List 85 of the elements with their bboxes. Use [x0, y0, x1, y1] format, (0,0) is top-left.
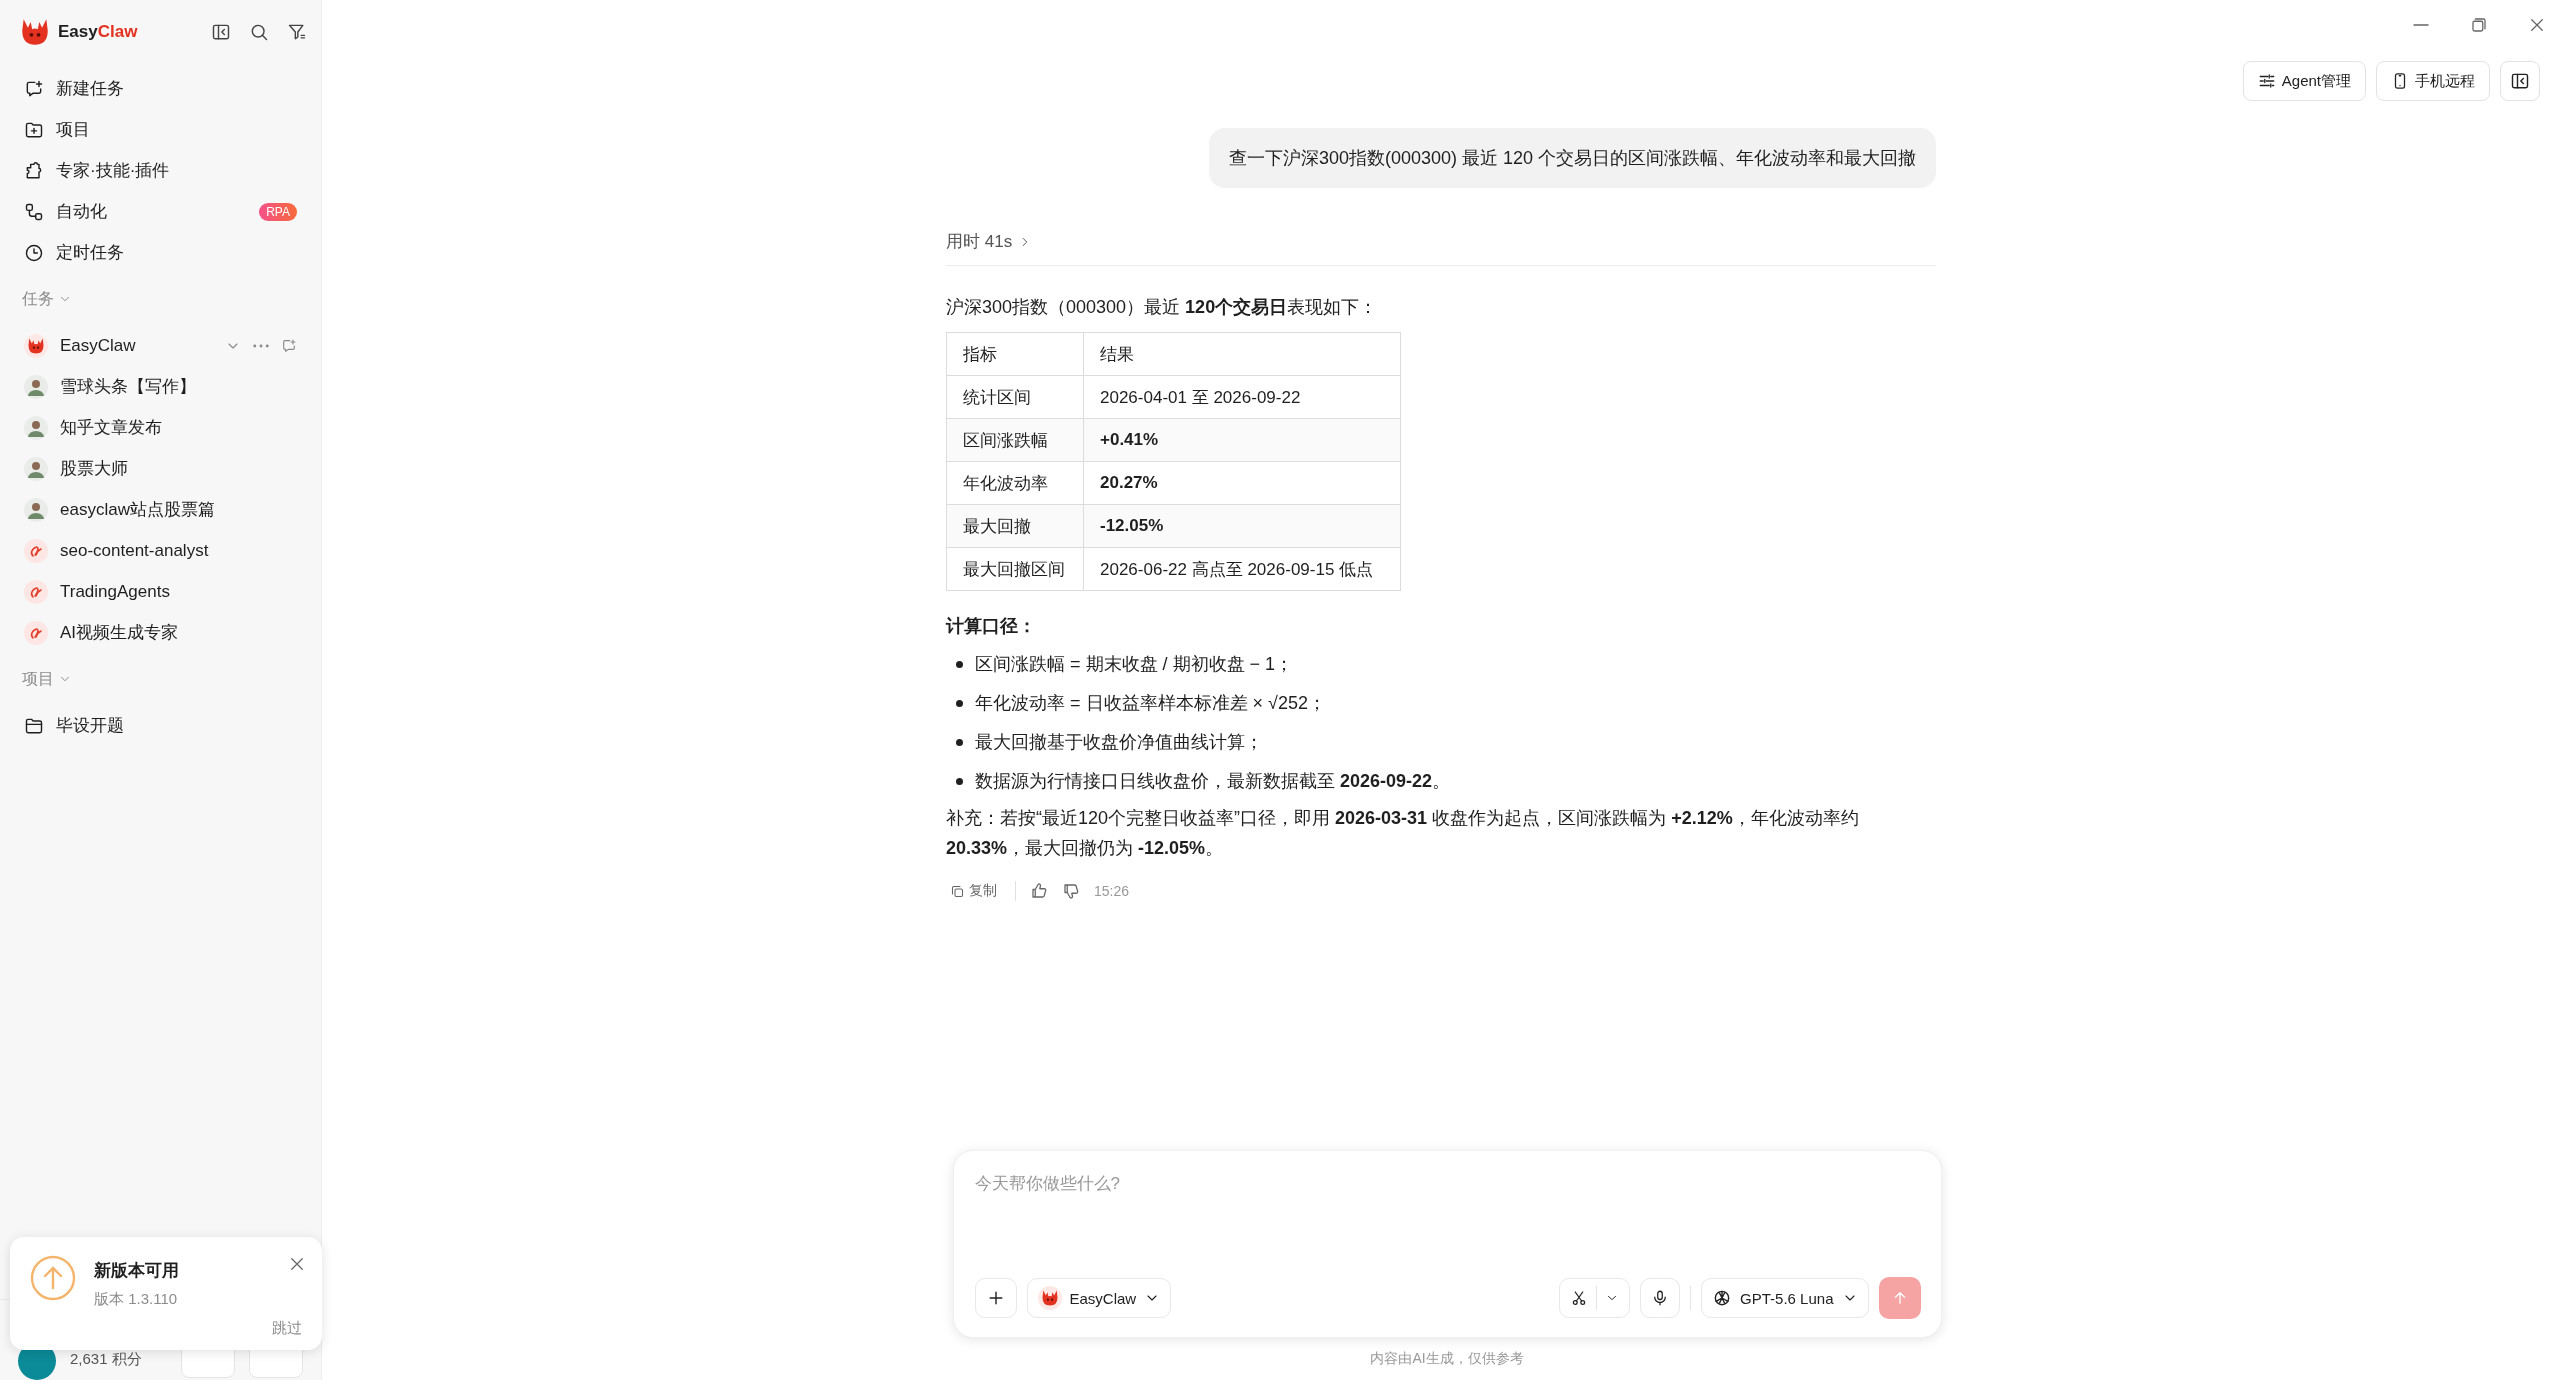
avatar-icon: [24, 497, 48, 522]
nav-item[interactable]: 专家·技能·插件: [12, 150, 309, 191]
project-item[interactable]: 毕设开题: [12, 705, 309, 746]
avatar-icon: [24, 333, 48, 358]
search-icon: [249, 22, 269, 42]
disclaimer-text: 内容由AI生成，仅供参考: [1370, 1349, 1524, 1368]
column-header: 结果: [1083, 332, 1401, 376]
agent-icon: [1037, 1286, 1062, 1310]
message-time: 15:26: [1094, 883, 1130, 899]
task-item[interactable]: easyclaw站点股票篇: [24, 497, 297, 522]
points-text: 2,631 积分: [70, 1349, 143, 1369]
task-item[interactable]: 股票大师: [24, 456, 297, 481]
rpa-badge: RPA: [259, 202, 297, 221]
copy-icon: [950, 883, 965, 899]
sliders-icon: [2257, 72, 2276, 90]
nav-item[interactable]: 定时任务: [12, 232, 309, 273]
thumbs-up-icon: [1030, 882, 1048, 900]
note-paragraph: 补充：若按“最近120个完整日收益率”口径，即用 2026-03-31 收盘作为起点，区间涨跌幅为 +2.12%，年化波动率约 20.33%，最大回撤仍为 -12.05%。: [946, 807, 1860, 860]
table-cell: 最大回撤区间: [946, 547, 1084, 591]
task-item[interactable]: 知乎文章发布: [24, 415, 297, 440]
puzzle-icon: [24, 160, 44, 181]
avatar-icon: [24, 456, 48, 481]
agent-button[interactable]: Agent管理: [2242, 61, 2366, 101]
table-cell: +0.41%: [1083, 418, 1401, 462]
section-heading: 计算口径：: [946, 615, 1037, 638]
bullet-dot: [956, 700, 963, 707]
new-task-icon: [24, 78, 44, 99]
answer-intro: 沪深300指数（000300）最近 120个交易日表现如下：: [946, 296, 1379, 319]
bullet-text: 区间涨跌幅 = 期末收盘 / 期初收盘 − 1；: [975, 653, 1294, 676]
task-item[interactable]: AI视频生成专家: [24, 620, 297, 645]
skill-icon: [24, 620, 48, 645]
task-item[interactable]: EasyClaw: [24, 333, 225, 358]
thumbs-down-icon: [1062, 882, 1080, 900]
avatar-icon: [24, 374, 48, 399]
table-cell: 统计区间: [946, 375, 1084, 419]
more-icon[interactable]: [253, 343, 269, 348]
bullet-dot: [956, 778, 963, 785]
close-icon[interactable]: [288, 1255, 306, 1273]
toast-title: 新版本可用: [94, 1260, 180, 1282]
minimize-icon[interactable]: [2412, 24, 2430, 26]
column-header: 指标: [946, 332, 1084, 376]
avatar-icon: [24, 415, 48, 440]
filter-icon: [287, 22, 307, 42]
user-message: 查一下沪深300指数(000300) 最近 120 个交易日的区间涨跌幅、年化波动率和最大回撤: [1208, 128, 1936, 188]
upgrade-icon: [30, 1255, 76, 1301]
task-item[interactable]: TradingAgents: [24, 579, 297, 604]
panel-toggle-button[interactable]: [2500, 61, 2540, 101]
table-cell: 2026-06-22 高点至 2026-09-15 低点: [1083, 547, 1401, 591]
new-chat-icon: [281, 337, 297, 354]
nav-item[interactable]: 项目: [12, 109, 309, 150]
table-cell: 年化波动率: [946, 461, 1084, 505]
clock-icon: [24, 242, 44, 263]
table-cell: 最大回撤: [946, 504, 1084, 548]
elapsed-time[interactable]: 用时 41s: [946, 230, 1013, 253]
table-cell: -12.05%: [1083, 504, 1401, 548]
nav-item[interactable]: 新建任务: [12, 68, 309, 109]
task-item[interactable]: seo-content-analyst: [24, 538, 297, 563]
sidebar-toggle-icon: [211, 22, 231, 42]
skill-icon: [24, 538, 48, 563]
restore-icon: [2470, 16, 2488, 34]
table-cell: 区间涨跌幅: [946, 418, 1084, 462]
close-icon: [2528, 16, 2546, 34]
skill-icon: [24, 579, 48, 604]
version-text: 版本 1.3.110: [94, 1290, 179, 1309]
nav-item[interactable]: 自动化 RPA: [12, 191, 309, 232]
table-cell: 2026-04-01 至 2026-09-22: [1083, 375, 1401, 419]
panel-icon: [2510, 71, 2530, 91]
logo-text: EasyClaw: [58, 22, 138, 42]
bullet-text: 最大回撤基于收盘价净值曲线计算；: [975, 731, 1263, 754]
task-item[interactable]: 雪球头条【写作】: [24, 374, 297, 399]
bullet-text: 数据源为行情接口日线收盘价，最新数据截至 2026-09-22。: [975, 770, 1451, 793]
bullet-text: 年化波动率 = 日收益率样本标准差 × √252；: [975, 692, 1326, 715]
flow-icon: [24, 201, 44, 222]
table-cell: 20.27%: [1083, 461, 1401, 505]
scissors-button[interactable]: [1559, 1278, 1631, 1318]
microphone-button[interactable]: [1640, 1278, 1681, 1318]
agent-selector[interactable]: EasyClaw: [1026, 1278, 1172, 1318]
copy-button[interactable]: 复制: [946, 882, 1001, 900]
model-selector[interactable]: GPT-5.6 Luna: [1701, 1278, 1869, 1318]
skip-link[interactable]: 跳过: [272, 1319, 302, 1338]
add-button[interactable]: [974, 1278, 1017, 1318]
bullet-dot: [956, 661, 963, 668]
message-input[interactable]: 今天帮你做些什么?: [974, 1169, 1921, 1199]
remote-button[interactable]: 手机远程: [2376, 61, 2490, 101]
bullet-dot: [956, 739, 963, 746]
